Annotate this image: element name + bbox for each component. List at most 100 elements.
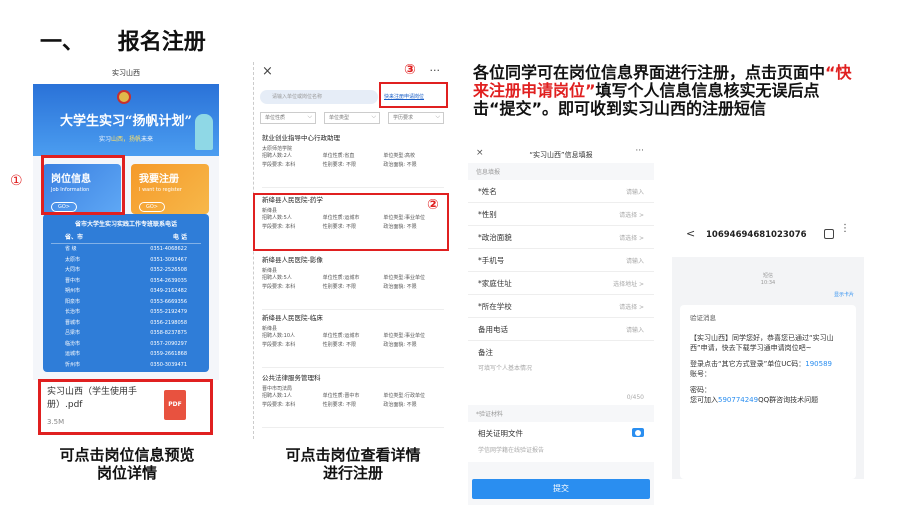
verification-group-label: *验证材料 (476, 411, 504, 418)
job-list-item[interactable]: 公共法律服务管理科 晋中市司法局 招聘人数:1人 单位性质:晋中市 单位类型:行政单位学… (262, 372, 444, 428)
form-field-label: 备用电话 (478, 324, 508, 334)
contact-table-row: 忻州市 0350-3039471 (65, 361, 187, 368)
form-title: “实习山西”信息填报 (529, 151, 593, 159)
step-marker-3: ③ (404, 62, 416, 78)
back-icon[interactable]: < (686, 227, 695, 240)
upload-label: 相关证明文件 (478, 429, 523, 438)
emblem-icon (117, 90, 131, 104)
sms-time: 短信 10:34 (760, 273, 776, 286)
note-placeholder: 可填写个人基本情况 (478, 365, 533, 372)
caption-step2: 可点击岗位查看详情 进行注册 (285, 446, 421, 482)
phone-screenshot-form: × “实习山西”信息填报 ··· 信息填报 *姓名 请输入 *性别 请选择 > *政治面… (468, 145, 654, 505)
register-card[interactable]: 我要注册 I want to register GO> (131, 164, 209, 214)
job-info-line-2: 学段要求: 本科 性别要求: 不限 政治面貌: 不限 (262, 162, 417, 168)
job-list-topbar: × ··· (254, 62, 450, 84)
job-name: 新绛县人民医院-影像 (262, 256, 323, 264)
job-info-line-2: 学段要求: 本科 性别要求: 不限 政治面貌: 不限 (262, 342, 417, 348)
mascot-figure (195, 114, 213, 150)
note-field[interactable]: 备注 可填写个人基本情况 0/450 (468, 341, 654, 405)
form-field-label: *姓名 (478, 186, 497, 196)
highlight-file (38, 379, 213, 435)
message-icon[interactable] (824, 229, 834, 239)
upload-placeholder: 学信网学籍在线验证报告 (478, 447, 545, 454)
job-search-input[interactable]: 请输入单位或岗位名称 (260, 90, 378, 104)
form-field-row[interactable]: *家庭住址 选择地址 > (468, 272, 654, 295)
job-list-item[interactable]: 新绛县人民医院-临床 新绛县 招聘人数:10人 单位性质:运城市 单位类型:事业单位 学段… (262, 312, 444, 368)
job-info-line-2: 学段要求: 本科 性别要求: 不限 政治面貌: 不限 (262, 402, 417, 408)
form-field-row[interactable]: *性别 请选择 > (468, 203, 654, 226)
sms-paragraph-2: 登录点击“其它方式登录”单位UC码：190589 账号： (690, 360, 832, 378)
note-counter: 0/450 (626, 394, 644, 401)
contact-table-row: 长治市 0355-2192479 (65, 309, 187, 315)
close-icon[interactable]: × (262, 64, 273, 79)
show-card-link[interactable]: 显示卡片 (672, 291, 864, 298)
highlight-job-info (41, 155, 125, 215)
form-field-value[interactable]: 请输入 (626, 256, 644, 265)
form-field-label: *所在学校 (478, 301, 512, 311)
filter-unit-nature[interactable]: 单位性质 (260, 112, 316, 124)
more-icon[interactable]: ⋮ (840, 224, 850, 234)
filter-unit-type[interactable]: 单位类型 (324, 112, 380, 124)
form-field-row[interactable]: *所在学校 请选择 > (468, 295, 654, 318)
form-field-value[interactable]: 请选择 > (619, 210, 644, 219)
job-list-item[interactable]: 新绛县人民医院-影像 新绛县 招聘人数:5人 单位性质:运城市 单位类型:事业单位 学段要… (262, 254, 444, 310)
sms-paragraph-3: 密码： 您可加入590774249QQ群咨询技术问题 (690, 386, 819, 404)
form-field-label: *性别 (478, 209, 497, 219)
phone-screenshot-sms: < 10694694681023076 ⋮ 短信 10:34 显示卡片 验证消息… (672, 213, 864, 479)
form-field-label: *手机号 (478, 255, 505, 265)
job-info-line-1: 招聘人数:5人 单位性质:运城市 单位类型:事业单位 (262, 275, 426, 281)
sms-title: 验证消息 (690, 314, 716, 322)
job-info-line-2: 学段要求: 本科 性别要求: 不限 政治面貌: 不限 (262, 284, 417, 290)
form-field-row[interactable]: *政治面貌 请选择 > (468, 226, 654, 249)
job-list-item[interactable]: 就业创业指导中心行政助理 太原师范学院 招聘人数:2人 单位性质:省直 单位类型:高校学… (262, 132, 444, 188)
form-field-label: *家庭住址 (478, 278, 512, 288)
sms-paragraph-1: 【实习山西】同学您好，恭喜您已通过“实习山西”申请，快去下载学习通申请岗位吧~ (690, 334, 834, 352)
form-topbar: × “实习山西”信息填报 ··· (468, 145, 654, 163)
submit-button[interactable]: 提交 (472, 479, 650, 499)
job-org: 太原师范学院 (262, 146, 293, 152)
banner-title: 大学生实习“扬帆计划” (60, 114, 192, 129)
camera-icon[interactable] (632, 428, 644, 437)
form-field-value[interactable]: 请输入 (626, 187, 644, 196)
job-name: 公共法律服务管理科 (262, 374, 321, 382)
register-go-button[interactable]: GO> (139, 202, 165, 212)
contact-table-row: 省 级 0351-4068622 (65, 246, 187, 252)
contact-table: 省市大学生实习实践工作专班联系电话 省、市 电 话 省 级 0351-406862… (43, 214, 209, 372)
contact-table-row: 大同市 0352-2526508 (65, 267, 187, 273)
form-field-value[interactable]: 选择地址 > (613, 279, 644, 288)
contact-table-row: 运城市 0359-2661868 (65, 351, 187, 357)
contact-table-row: 晋中市 0354-2639035 (65, 277, 187, 284)
contact-table-title: 省市大学生实习实践工作专班联系电话 (74, 221, 177, 228)
sms-sender: 10694694681023076 (706, 230, 807, 240)
caption-step1: 可点击岗位信息预览 岗位详情 (59, 446, 195, 482)
form-field-label: *政治面貌 (478, 232, 512, 242)
register-subtitle: I want to register (139, 187, 182, 193)
more-icon[interactable]: ··· (430, 64, 441, 77)
filter-education[interactable]: 学历要求 (388, 112, 444, 124)
form-field-row[interactable]: 备用电话 请输入 (468, 318, 654, 341)
job-info-line-1: 招聘人数:1人 单位性质:晋中市 单位类型:行政单位 (262, 393, 426, 399)
more-icon[interactable]: ··· (635, 146, 644, 156)
step-marker-1: ① (10, 173, 23, 189)
qq-group-number[interactable]: 590774249 (718, 396, 758, 404)
note-label: 备注 (478, 348, 493, 357)
upload-field[interactable]: 相关证明文件 学信网学籍在线验证报告 (468, 422, 654, 462)
form-group-label: 信息填报 (476, 169, 501, 176)
uc-code[interactable]: 190589 (805, 360, 832, 368)
contact-table-row: 吕梁市 0358-8237875 (65, 330, 187, 336)
contact-table-row: 朔州市 0349-2162482 (65, 288, 187, 294)
form-field-row[interactable]: *姓名 请输入 (468, 180, 654, 203)
job-name: 就业创业指导中心行政助理 (262, 134, 340, 142)
highlight-register-link (379, 82, 448, 108)
form-field-value[interactable]: 请选择 > (619, 302, 644, 311)
app-title: 实习山西 (33, 62, 219, 84)
job-info-line-1: 招聘人数:2人 单位性质:省直 单位类型:高校 (262, 153, 416, 159)
form-field-value[interactable]: 请选择 > (619, 233, 644, 242)
registration-instruction: 各位同学可在岗位信息界面进行注册，点击页面中“快来注册申请岗位”填写个人信息信息… (473, 63, 852, 118)
form-field-row[interactable]: *手机号 请输入 (468, 249, 654, 272)
highlight-job-item (253, 193, 449, 251)
job-org: 新绛县 (262, 326, 278, 332)
filter-bar: 单位性质 单位类型 学历要求 (260, 112, 444, 124)
form-field-value[interactable]: 请输入 (626, 325, 644, 334)
section-heading: 报名注册 (117, 30, 206, 55)
